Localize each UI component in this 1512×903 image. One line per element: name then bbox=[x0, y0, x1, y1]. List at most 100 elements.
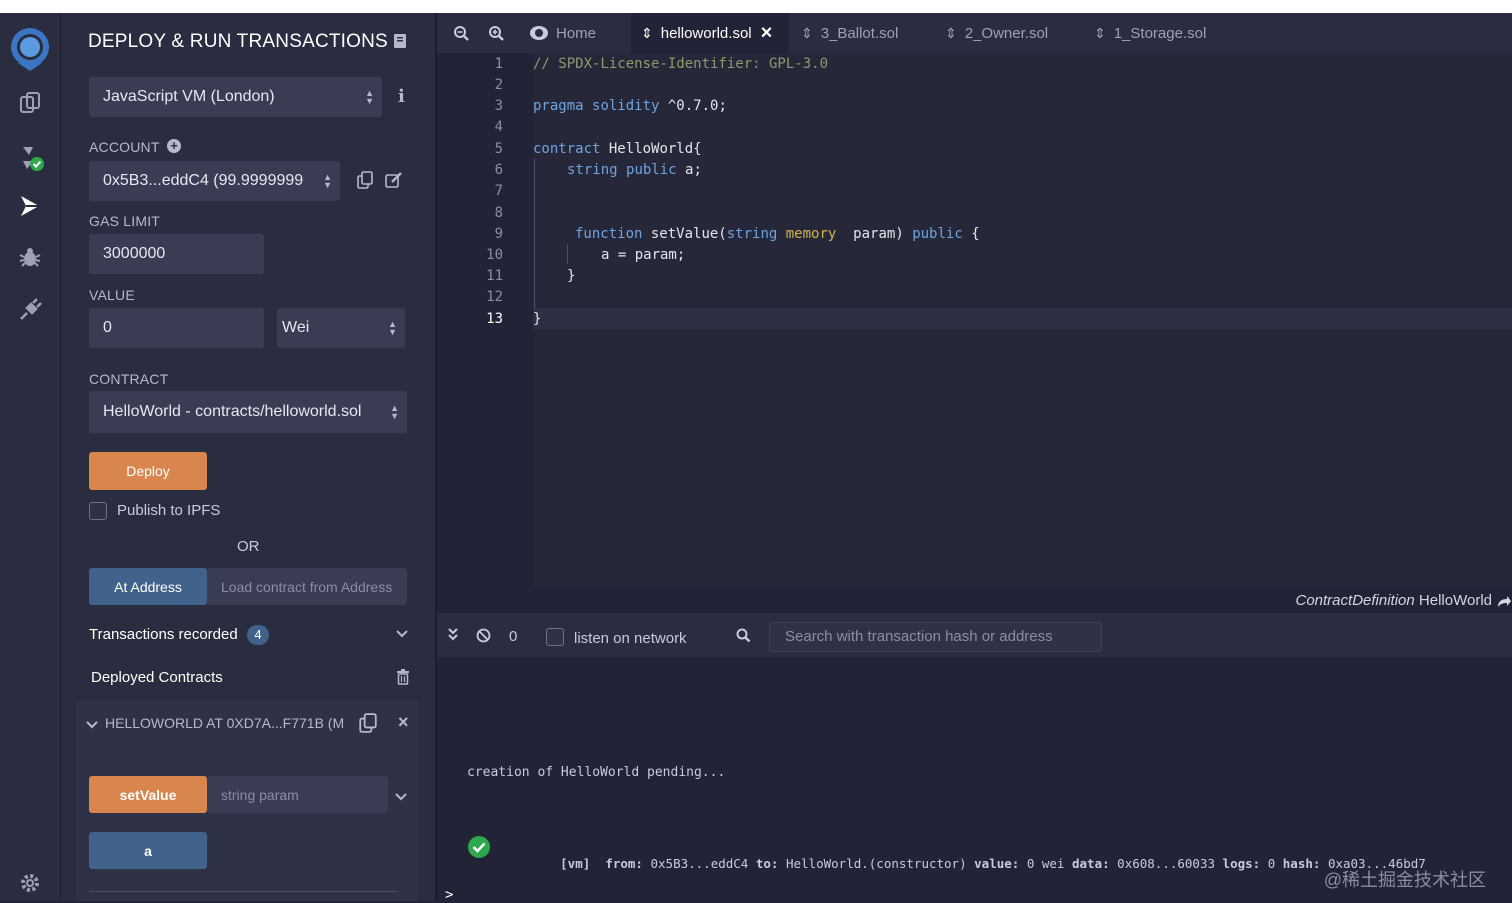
code-line-13: } bbox=[533, 311, 542, 327]
copy-address-icon[interactable] bbox=[359, 713, 377, 738]
chevron-down-icon[interactable] bbox=[86, 717, 98, 735]
setvalue-button[interactable]: setValue bbox=[89, 776, 207, 813]
gas-limit-value: 3000000 bbox=[103, 245, 166, 262]
setvalue-param-placeholder: string param bbox=[221, 786, 299, 803]
debugger-icon[interactable] bbox=[15, 242, 45, 272]
search-placeholder: Search with transaction hash or address bbox=[785, 628, 1053, 645]
account-select[interactable]: 0x5B3...eddC4 (99.9999999 ▲ ▼ bbox=[89, 161, 340, 201]
tx-from-label: from: bbox=[605, 856, 643, 871]
plugin-manager-icon[interactable] bbox=[15, 295, 45, 325]
editor-status-bar: ContractDefinition HelloWorld bbox=[437, 588, 1512, 613]
line-number: 3 bbox=[494, 98, 503, 114]
transactions-count-badge: 4 bbox=[247, 625, 269, 645]
code-line-1: // SPDX-License-Identifier: GPL-3.0 bbox=[533, 56, 829, 72]
tab-helloworld[interactable]: ⇕ helloworld.sol × bbox=[631, 13, 789, 53]
code-text: setValue( bbox=[642, 226, 727, 242]
code-keyword: memory bbox=[785, 226, 837, 242]
watermark: @稀土掘金技术社区 bbox=[1323, 870, 1486, 890]
value-input[interactable]: 0 bbox=[89, 308, 264, 348]
gas-limit-input[interactable]: 3000000 bbox=[89, 234, 264, 274]
panel-title: DEPLOY & RUN TRANSACTIONS bbox=[88, 31, 388, 52]
a-getter-button[interactable]: a bbox=[89, 832, 207, 869]
tx-value-label: value: bbox=[974, 856, 1020, 871]
tab-storage[interactable]: ⇕ 1_Storage.sol bbox=[1094, 13, 1206, 53]
code-keyword: string bbox=[567, 162, 618, 178]
account-value: 0x5B3...eddC4 (99.9999999 bbox=[103, 172, 304, 189]
icon-rail bbox=[0, 13, 61, 901]
line-number: 1 bbox=[494, 56, 503, 72]
tab-owner[interactable]: ⇕ 2_Owner.sol bbox=[945, 13, 1048, 53]
transactions-recorded-label[interactable]: Transactions recorded bbox=[89, 626, 238, 643]
window-top-strip bbox=[0, 0, 1512, 13]
setvalue-param-input[interactable]: string param bbox=[207, 776, 388, 813]
code-keyword: string bbox=[726, 226, 778, 242]
tab-ballot[interactable]: ⇕ 3_Ballot.sol bbox=[801, 13, 898, 53]
info-icon[interactable]: i bbox=[398, 86, 405, 107]
load-address-placeholder: Load contract from Address bbox=[221, 578, 393, 595]
line-number: 2 bbox=[494, 77, 503, 93]
add-account-icon[interactable]: + bbox=[167, 139, 181, 153]
listen-network-label: listen on network bbox=[574, 630, 687, 647]
code-text: { bbox=[962, 226, 980, 242]
file-explorer-icon[interactable] bbox=[15, 88, 45, 118]
zoom-in-icon[interactable] bbox=[488, 25, 505, 47]
close-icon[interactable]: × bbox=[398, 712, 409, 733]
at-address-button[interactable]: At Address bbox=[89, 568, 207, 605]
chevron-down-icon[interactable] bbox=[395, 626, 409, 644]
code-line-9: function setValue(string memory param) p… bbox=[575, 226, 980, 242]
edit-account-icon[interactable] bbox=[385, 171, 403, 194]
publish-ipfs-checkbox[interactable] bbox=[89, 502, 107, 520]
tab-label: 2_Owner.sol bbox=[964, 24, 1049, 42]
value-amount: 0 bbox=[103, 319, 112, 336]
settings-gear-icon[interactable] bbox=[15, 868, 45, 898]
contract-select[interactable]: HelloWorld - contracts/helloworld.sol ▲ ▼ bbox=[89, 391, 407, 433]
code-keyword: solidity bbox=[592, 98, 660, 114]
instance-label[interactable]: HELLOWORLD AT 0XD7A...F771B (M bbox=[105, 715, 345, 731]
trash-icon[interactable] bbox=[396, 669, 410, 690]
code-text: HelloWorld{ bbox=[600, 141, 702, 157]
divider bbox=[89, 891, 397, 892]
clear-console-icon[interactable] bbox=[476, 628, 491, 648]
tab-label: 1_Storage.sol bbox=[1113, 24, 1207, 42]
zoom-out-icon[interactable] bbox=[453, 25, 470, 47]
transaction-log[interactable]: [vm] from: 0x5B3...eddC4 to: HelloWorld.… bbox=[515, 841, 1426, 886]
transaction-search-input[interactable]: Search with transaction hash or address bbox=[769, 622, 1102, 652]
code-line-11: } bbox=[567, 268, 576, 284]
tx-vm: [vm] bbox=[560, 856, 591, 871]
remix-logo-icon[interactable] bbox=[6, 25, 54, 73]
select-arrows-icon: ▲ ▼ bbox=[388, 319, 397, 337]
chevron-down-icon[interactable] bbox=[394, 789, 408, 807]
deploy-run-panel: DEPLOY & RUN TRANSACTIONS JavaScript VM … bbox=[61, 13, 437, 901]
code-editor[interactable]: // SPDX-License-Identifier: GPL-3.0 prag… bbox=[533, 53, 1512, 588]
select-arrows-icon: ▲ ▼ bbox=[365, 88, 374, 106]
tab-bar: Home ⇕ helloworld.sol × ⇕ 3_Ballot.sol ⇕… bbox=[437, 13, 1512, 53]
environment-select[interactable]: JavaScript VM (London) ▲ ▼ bbox=[89, 77, 382, 117]
value-unit-select[interactable]: Wei ▲ ▼ bbox=[277, 308, 405, 348]
contract-definition[interactable]: ContractDefinition HelloWorld bbox=[1296, 592, 1493, 609]
solidity-compiler-icon[interactable] bbox=[15, 143, 45, 173]
close-tab-icon[interactable]: × bbox=[761, 22, 773, 45]
tab-home[interactable]: Home bbox=[529, 13, 629, 53]
deploy-button[interactable]: Deploy bbox=[89, 452, 207, 490]
tx-logs: 0 bbox=[1267, 856, 1276, 871]
docs-book-icon[interactable] bbox=[393, 33, 407, 53]
deploy-run-icon[interactable] bbox=[15, 191, 45, 221]
listen-network-checkbox[interactable] bbox=[546, 628, 564, 646]
definition-name: HelloWorld bbox=[1418, 592, 1492, 609]
tx-to-label: to: bbox=[755, 856, 779, 871]
or-label: OR bbox=[237, 538, 260, 555]
definition-prefix: ContractDefinition bbox=[1295, 592, 1415, 609]
deployed-instance: HELLOWORLD AT 0XD7A...F771B (M × setValu… bbox=[76, 701, 418, 901]
code-keyword: contract bbox=[533, 141, 601, 157]
search-icon bbox=[736, 628, 751, 648]
load-address-input[interactable]: Load contract from Address bbox=[207, 568, 407, 605]
copy-account-icon[interactable] bbox=[357, 171, 373, 194]
code-line-5: contract HelloWorld{ bbox=[533, 141, 702, 157]
environment-value: JavaScript VM (London) bbox=[103, 88, 275, 105]
code-text: a; bbox=[676, 162, 702, 178]
share-arrow-icon[interactable] bbox=[1496, 593, 1512, 613]
line-number: 10 bbox=[486, 247, 503, 263]
collapse-terminal-icon[interactable] bbox=[447, 627, 459, 646]
code-text: ^0.7.0; bbox=[659, 98, 727, 114]
code-line-10: a = param; bbox=[601, 247, 686, 263]
